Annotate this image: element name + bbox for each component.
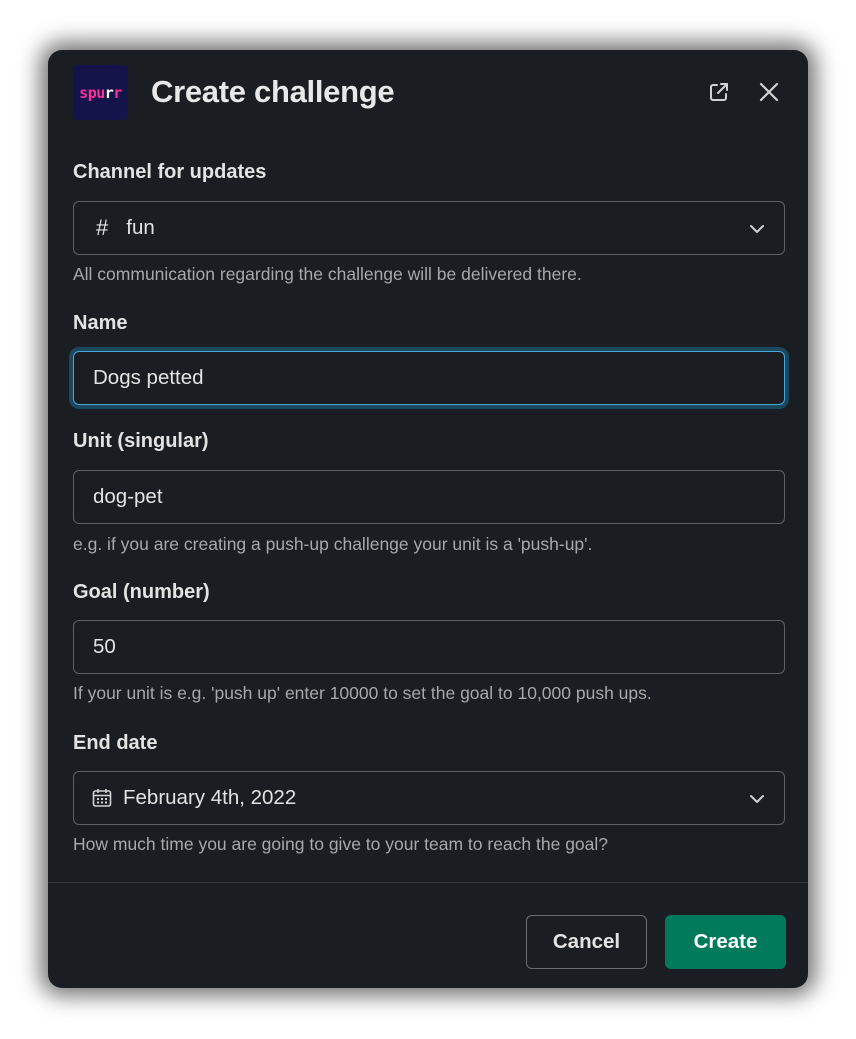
end-date-hint: How much time you are going to give to y…	[73, 834, 609, 854]
name-label: Name	[73, 312, 128, 334]
app-logo: spu r r	[73, 65, 128, 120]
chevron-down-icon	[750, 795, 764, 803]
close-icon[interactable]	[755, 78, 783, 106]
unit-hint: e.g. if you are creating a push-up chall…	[73, 534, 593, 554]
goal-input[interactable]: 50	[73, 620, 785, 674]
chevron-down-icon	[750, 225, 764, 233]
goal-value: 50	[93, 635, 116, 658]
end-date-label: End date	[73, 732, 158, 754]
end-date-value: February 4th, 2022	[123, 786, 297, 809]
unit-value: dog-pet	[93, 485, 163, 508]
name-input[interactable]: Dogs petted	[73, 351, 785, 405]
channel-value: fun	[126, 216, 155, 239]
create-button[interactable]: Create	[665, 915, 786, 969]
channel-hint: All communication regarding the challeng…	[73, 264, 582, 284]
channel-select[interactable]: # fun	[73, 201, 785, 255]
footer-divider	[48, 882, 808, 883]
modal-header: spu r r Create challenge	[48, 50, 808, 140]
name-value: Dogs petted	[93, 366, 204, 389]
unit-input[interactable]: dog-pet	[73, 470, 785, 524]
logo-text-part1: spu	[79, 83, 105, 102]
hash-icon: #	[96, 215, 109, 240]
create-challenge-modal: spu r r Create challenge Channel for updat…	[48, 50, 808, 988]
logo-text-part3: r	[113, 83, 122, 102]
cancel-button[interactable]: Cancel	[526, 915, 647, 969]
logo-text-part2: r	[104, 83, 114, 102]
unit-label: Unit (singular)	[73, 430, 209, 452]
page-background: spu r r Create challenge Channel for updat…	[0, 0, 856, 1039]
channel-label: Channel for updates	[73, 161, 267, 183]
end-date-picker[interactable]: February 4th, 2022	[73, 771, 785, 825]
modal-title: Create challenge	[151, 74, 395, 109]
calendar-icon	[92, 789, 112, 807]
goal-label: Goal (number)	[73, 581, 210, 603]
external-link-icon[interactable]	[705, 78, 733, 106]
goal-hint: If your unit is e.g. 'push up' enter 100…	[73, 683, 652, 703]
